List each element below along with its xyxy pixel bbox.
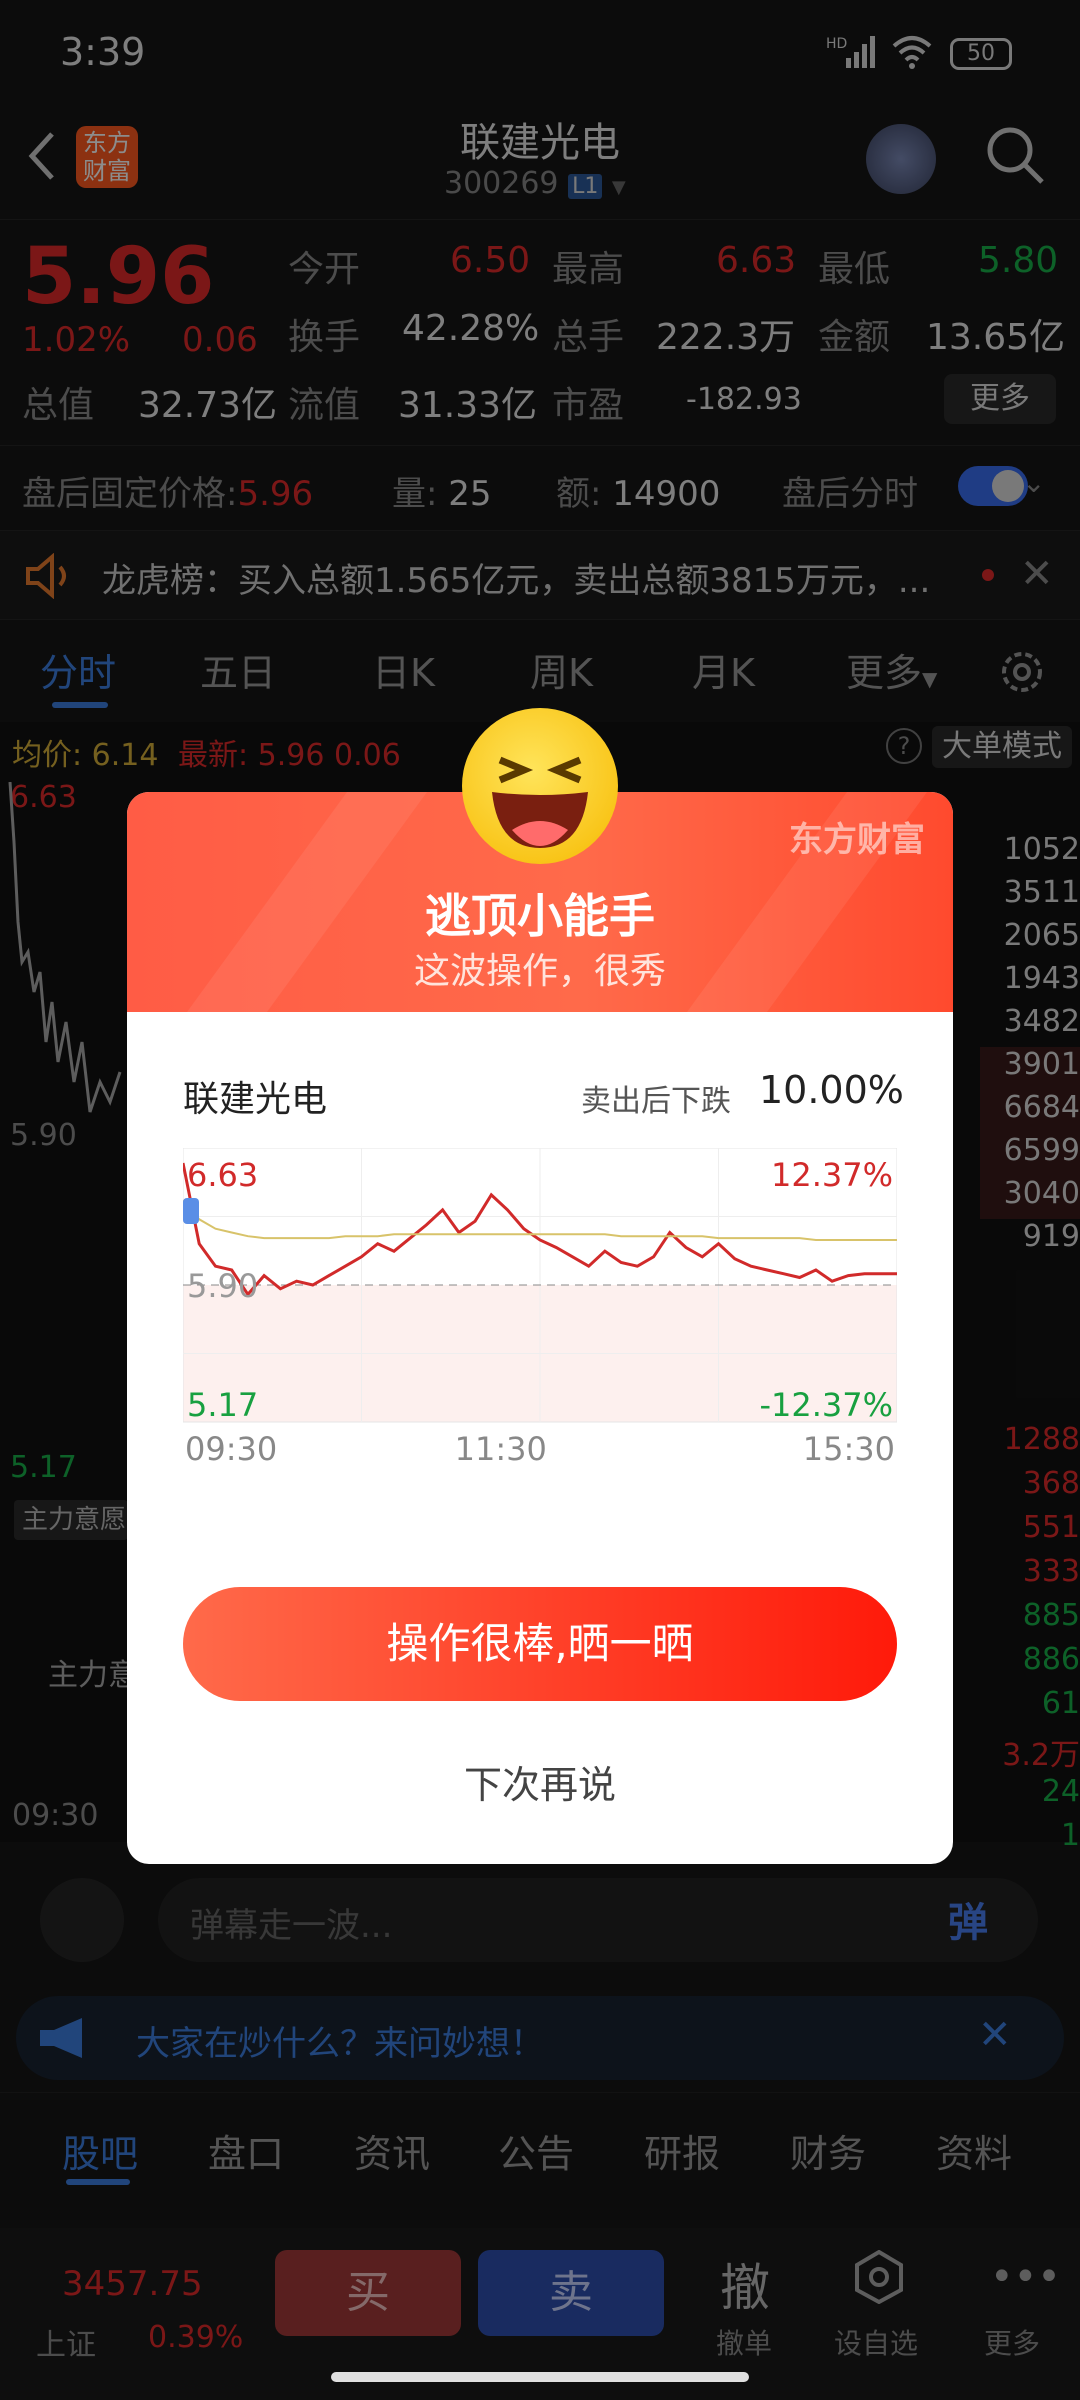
brand-watermark: 东方财富 xyxy=(789,820,925,860)
drop-value: 10.00% xyxy=(759,1068,904,1112)
y-label-right-low: -12.37% xyxy=(759,1386,893,1424)
x-label-end: 15:30 xyxy=(803,1430,895,1468)
modal-title: 逃顶小能手 xyxy=(425,889,655,943)
sell-marker xyxy=(183,1198,199,1224)
mini-chart: 6.63 5.90 5.17 12.37% -12.37% 09:30 11:30 15:30 xyxy=(181,1147,898,1478)
later-button[interactable]: 下次再说 xyxy=(127,1754,953,1809)
y-label-mid: 5.90 xyxy=(187,1267,258,1305)
laughing-emoji-icon xyxy=(462,708,618,864)
x-label-mid: 11:30 xyxy=(455,1430,547,1468)
achievement-modal: 东方财富 逃顶小能手 这波操作，很秀 联建光电 卖出后下跌 10.00% 6.6… xyxy=(127,792,953,1864)
drop-label: 卖出后下跌 xyxy=(581,1084,731,1119)
y-label-low: 5.17 xyxy=(187,1386,258,1424)
share-button[interactable]: 操作很棒,晒一晒 xyxy=(183,1587,897,1701)
x-label-start: 09:30 xyxy=(185,1430,277,1468)
modal-subtitle: 这波操作，很秀 xyxy=(413,951,666,992)
modal-stock-name: 联建光电 xyxy=(183,1079,328,1120)
y-label-high: 6.63 xyxy=(187,1156,258,1194)
y-label-right-high: 12.37% xyxy=(771,1156,893,1194)
home-indicator xyxy=(331,2372,749,2382)
